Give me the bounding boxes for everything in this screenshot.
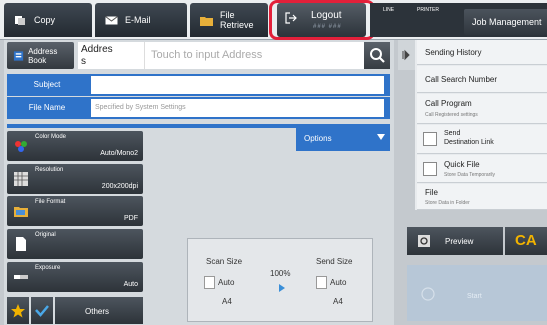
color-mode-value: Auto/Mono2 — [100, 150, 138, 157]
resolution-icon — [14, 172, 28, 186]
address-book-button[interactable]: Address Book — [7, 42, 74, 69]
tab-email-label: E-Mail — [125, 15, 151, 25]
scan-size-panel[interactable]: Scan Size Auto A4 100% Send Size Auto A4 — [187, 238, 373, 322]
favorite-button[interactable] — [7, 297, 29, 324]
start-icon — [421, 287, 435, 301]
start-button[interactable]: Start — [407, 265, 547, 321]
send-size-auto: Auto — [330, 278, 347, 287]
call-search-number-label: Call Search Number — [425, 75, 498, 84]
subject-row: Subject — [7, 74, 390, 96]
expand-arrow-icon — [402, 49, 410, 61]
subject-label: Subject — [33, 80, 61, 89]
call-search-number-item[interactable]: Call Search Number — [417, 66, 547, 93]
folder-icon — [200, 16, 213, 26]
address-book-icon — [13, 50, 24, 61]
exposure-value: Auto — [123, 281, 138, 288]
preview-label: Preview — [445, 237, 474, 246]
send-size-paper: A4 — [333, 297, 343, 306]
star-icon — [11, 304, 25, 318]
file-name-label: File Name — [28, 103, 66, 112]
subject-input[interactable] — [91, 76, 384, 94]
file-name-input[interactable]: Specified by System Settings — [91, 99, 384, 117]
printer-status: PRINTER — [417, 7, 439, 13]
options-button[interactable]: Options — [296, 124, 390, 151]
others-button[interactable]: Others — [55, 297, 143, 324]
options-band — [7, 124, 296, 128]
exposure-icon — [14, 275, 28, 279]
scan-size-label: Scan Size — [206, 257, 243, 266]
scan-size-paper: A4 — [222, 297, 232, 306]
resolution-value: 200x200dpi — [101, 183, 138, 190]
call-program-label: Call Program — [425, 99, 472, 108]
preview-icon — [418, 235, 430, 247]
exposure-button[interactable]: Exposure Auto — [7, 262, 143, 292]
color-mode-button[interactable]: Color Mode Auto/Mono2 — [7, 131, 143, 161]
address-label: Addres s — [78, 42, 144, 69]
call-program-sub: Call Registered settings — [425, 112, 478, 118]
search-icon — [370, 48, 385, 63]
file-sub: Store Data in Folder — [425, 200, 470, 206]
resolution-title: Resolution — [35, 167, 64, 173]
tab-email[interactable]: E-Mail — [95, 3, 187, 37]
file-label: File — [425, 188, 438, 197]
exposure-title: Exposure — [35, 265, 61, 271]
sending-history-label: Sending History — [425, 48, 482, 57]
tab-copy[interactable]: Copy — [4, 3, 92, 37]
file-format-icon — [14, 207, 28, 217]
checkmark-icon — [35, 305, 49, 317]
quick-file-label: Quick File — [444, 160, 480, 169]
line-status: LINE — [383, 7, 395, 13]
search-button[interactable] — [364, 42, 390, 69]
send-paper-icon — [316, 276, 327, 289]
ratio-value: 100% — [270, 269, 291, 278]
options-label: Options — [304, 134, 332, 143]
sending-history-item[interactable]: Sending History — [417, 40, 547, 65]
check-button[interactable] — [31, 297, 53, 324]
clear-all-button[interactable]: CA — [505, 227, 547, 255]
original-button[interactable]: Original — [7, 229, 143, 259]
scan-size-auto: Auto — [218, 278, 235, 287]
call-program-item[interactable]: Call Program Call Registered settings — [417, 94, 547, 124]
envelope-icon — [105, 15, 118, 24]
file-format-title: File Format — [35, 199, 66, 205]
original-document-icon — [16, 237, 26, 251]
color-mode-title: Color Mode — [35, 134, 67, 140]
send-destination-link-checkbox[interactable] — [423, 132, 437, 146]
resolution-button[interactable]: Resolution 200x200dpi — [7, 164, 143, 194]
tab-copy-label: Copy — [34, 15, 56, 25]
preview-button[interactable]: Preview — [407, 227, 503, 255]
tab-file-retrieve-label: File Retrieve — [220, 10, 254, 30]
arrow-right-icon — [279, 284, 285, 292]
file-name-row: File Name Specified by System Settings — [7, 97, 390, 119]
color-mode-icon — [15, 141, 27, 152]
file-item[interactable]: File Store Data in Folder — [417, 184, 547, 210]
file-format-button[interactable]: File Format PDF — [7, 196, 143, 226]
quick-file-checkbox[interactable] — [423, 162, 437, 176]
send-size-label: Send Size — [316, 257, 353, 266]
address-book-label: Address Book — [28, 46, 58, 65]
copy-icon — [15, 15, 25, 25]
send-destination-link-item[interactable]: Send Destination Link — [417, 125, 547, 154]
status-area: LINE PRINTER Job Management — [370, 3, 547, 37]
quick-file-sub: Store Data Temporarily — [444, 172, 496, 178]
tab-file-retrieve[interactable]: File Retrieve — [190, 3, 268, 37]
panel-toggle[interactable] — [398, 40, 415, 70]
send-destination-link-label: Send Destination Link — [444, 130, 494, 146]
start-label: Start — [467, 293, 482, 300]
file-format-value: PDF — [124, 215, 138, 222]
scan-paper-icon — [204, 276, 215, 289]
logout-highlight-ring — [269, 0, 375, 40]
job-management-button[interactable]: Job Management — [464, 9, 547, 35]
original-title: Original — [35, 232, 56, 238]
quick-file-item[interactable]: Quick File Store Data Temporarily — [417, 155, 547, 183]
triangle-down-icon — [377, 134, 385, 140]
address-input[interactable]: Touch to input Address — [144, 42, 364, 69]
